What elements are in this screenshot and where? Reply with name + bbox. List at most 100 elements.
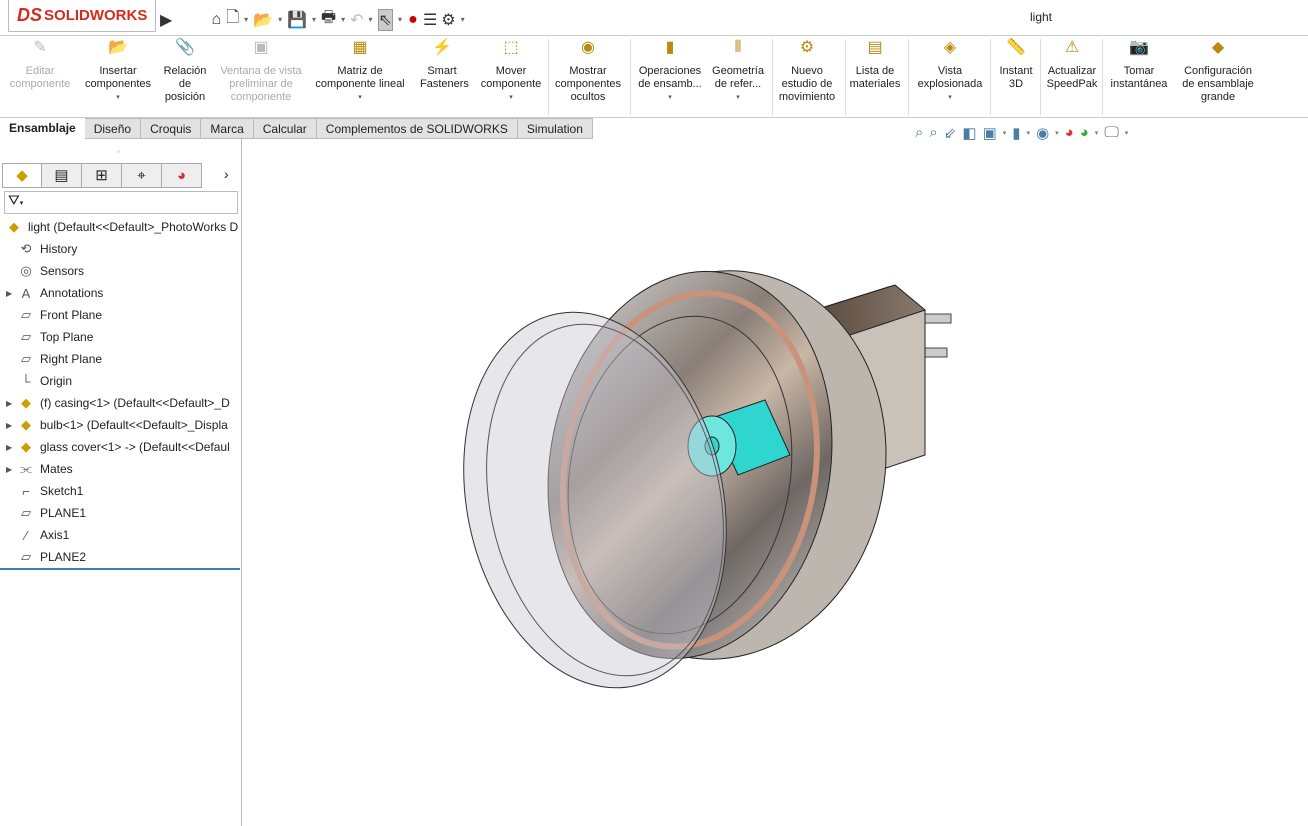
display-manager-tab[interactable]: ◕ xyxy=(162,163,202,188)
undo-icon[interactable]: ↶ xyxy=(350,10,363,30)
ribbon-button-13[interactable]: 📏 Instant 3D xyxy=(994,39,1038,91)
ribbon-label: Operaciones de ensamb... xyxy=(638,65,702,90)
command-manager: ✎ Editar componente 📂 Insertar componentes ▾… xyxy=(0,37,1308,118)
tree-item-label: bulb<1> (Default<<Default>_Displa xyxy=(40,418,228,432)
tab-3[interactable]: Marca xyxy=(201,118,254,139)
tree-item[interactable]: ▱ Front Plane xyxy=(0,304,240,326)
tab-6[interactable]: Simulation xyxy=(517,118,593,139)
feature-tree: ◆ light (Default<<Default>_PhotoWorks D ⟲ H… xyxy=(0,216,240,568)
part-icon: ◆ xyxy=(21,417,31,432)
tab-4[interactable]: Calcular xyxy=(253,118,317,139)
expand-arrow-icon[interactable]: ▶ xyxy=(6,399,16,408)
expand-arrow-icon[interactable]: ▶ xyxy=(6,421,16,430)
tab-5[interactable]: Complementos de SOLIDWORKS xyxy=(316,118,518,139)
tree-item[interactable]: ▱ Top Plane xyxy=(0,326,240,348)
tree-item[interactable]: ▶ ◆ bulb<1> (Default<<Default>_Displa xyxy=(0,414,240,436)
panel-grip[interactable]: ◦ xyxy=(117,147,120,156)
dropdown-arrow-icon[interactable]: ▾ xyxy=(308,91,412,104)
ribbon-button-6[interactable]: ⬚ Mover componente ▾ xyxy=(480,40,542,104)
ribbon-icon: 📂 xyxy=(108,39,128,56)
ribbon-label: Nuevo estudio de movimiento xyxy=(778,65,836,103)
tab-2[interactable]: Croquis xyxy=(141,118,202,139)
ribbon-icon: ✎ xyxy=(33,39,47,56)
ribbon-button-1[interactable]: 📂 Insertar componentes ▾ xyxy=(80,39,156,104)
dropdown-arrow-icon[interactable]: ▾ xyxy=(480,91,542,104)
configuration-manager-tab[interactable]: ⊞ xyxy=(82,163,122,188)
ribbon-label: Matriz de componente lineal xyxy=(315,65,405,90)
expand-arrow-icon[interactable]: ▶ xyxy=(6,289,16,298)
file-properties-icon[interactable]: ☰ xyxy=(423,10,437,30)
ribbon-button-16[interactable]: ◆ Configuración de ensamblaje grande xyxy=(1178,39,1258,104)
ribbon-icon: ◈ xyxy=(943,39,957,56)
tree-item[interactable]: ▱ PLANE2 xyxy=(0,546,240,568)
property-manager-tab[interactable]: ▤ xyxy=(42,163,82,188)
feature-manager-tab[interactable]: ◆ xyxy=(2,163,42,188)
ribbon-button-2[interactable]: 📎 Relación de posición xyxy=(160,40,210,104)
tree-item[interactable]: ◎ Sensors xyxy=(0,260,240,282)
part-icon: ◆ xyxy=(21,395,31,410)
tree-item-label: glass cover<1> -> (Default<<Defaul xyxy=(40,440,230,454)
tree-item[interactable]: ⁄ Axis1 xyxy=(0,524,240,546)
tree-item[interactable]: ▶ ◆ glass cover<1> -> (Default<<Defaul xyxy=(0,436,240,458)
ribbon-button-4[interactable]: ▦ Matriz de componente lineal ▾ xyxy=(308,40,412,104)
ribbon-button-11[interactable]: ▤ Lista de materiales xyxy=(848,40,902,91)
tree-item[interactable]: └ Origin xyxy=(0,370,240,392)
ribbon-button-5[interactable]: ⚡ Smart Fasteners xyxy=(420,40,469,91)
tree-item[interactable]: ◆ light (Default<<Default>_PhotoWorks D xyxy=(0,216,240,238)
ribbon-icon: ◆ xyxy=(1211,39,1225,56)
tree-item[interactable]: ▱ Right Plane xyxy=(0,348,240,370)
dropdown-arrow-icon[interactable]: ▾ xyxy=(634,91,706,104)
tree-item[interactable]: ▱ PLANE1 xyxy=(0,502,240,524)
tree-item[interactable]: ⌐ Sketch1 xyxy=(0,480,240,502)
tab-0[interactable]: Ensamblaje xyxy=(0,118,85,139)
tree-item-label: Sensors xyxy=(40,264,85,278)
tree-item-label: PLANE2 xyxy=(40,550,87,564)
ribbon-button-9[interactable]: ⫴ Geometría de refer... ▾ xyxy=(710,39,766,104)
tree-item[interactable]: ⟲ History xyxy=(0,238,240,260)
casing-pins xyxy=(924,313,952,358)
sketch-icon: ⌐ xyxy=(22,483,30,499)
ribbon-button-0[interactable]: ✎ Editar componente xyxy=(8,39,72,91)
new-icon[interactable]: 🗋 xyxy=(226,6,239,33)
ribbon-separator xyxy=(845,39,846,115)
ribbon-button-3[interactable]: ▣ Ventana de vista preliminar de componen… xyxy=(216,40,306,104)
ribbon-icon: ◉ xyxy=(581,39,595,56)
open-icon[interactable]: 📂 xyxy=(253,10,273,30)
tree-item[interactable]: ▶ ⫘ Mates xyxy=(0,458,240,480)
ribbon-icon: ▮ xyxy=(665,39,675,56)
dropdown-arrow-icon[interactable]: ▾ xyxy=(912,91,988,104)
ribbon-button-7[interactable]: ◉ Mostrar componentes ocultos xyxy=(552,39,624,104)
home-icon[interactable]: ⌂ xyxy=(210,11,222,29)
save-icon[interactable]: 💾 xyxy=(287,10,307,30)
ribbon-icon: 📏 xyxy=(1006,39,1026,56)
dimxpert-manager-tab[interactable]: ⌖ xyxy=(122,163,162,188)
solidworks-logo[interactable]: DS SOLIDWORKS xyxy=(8,0,156,32)
tree-item[interactable]: ▶ ◆ (f) casing<1> (Default<<Default>_D xyxy=(0,392,240,414)
tree-item-label: History xyxy=(40,242,78,256)
select-icon[interactable]: ⇖ xyxy=(377,8,393,31)
ribbon-button-12[interactable]: ◈ Vista explosionada ▾ xyxy=(912,39,988,104)
ribbon-label: Ventana de vista preliminar de component… xyxy=(220,65,302,103)
ribbon-button-14[interactable]: ⚠ Actualizar SpeedPak xyxy=(1044,40,1100,91)
graphics-viewport[interactable] xyxy=(243,139,1308,826)
tree-item[interactable]: ▶ A Annotations xyxy=(0,282,240,304)
ribbon-label: Instant 3D xyxy=(999,65,1033,90)
dropdown-arrow-icon[interactable]: ▾ xyxy=(710,91,766,104)
rollback-bar[interactable] xyxy=(0,568,240,570)
print-icon[interactable]: 🖶 xyxy=(321,6,336,33)
ribbon-button-15[interactable]: 📷 Tomar instantánea xyxy=(1108,40,1170,91)
ribbon-button-8[interactable]: ▮ Operaciones de ensamb... ▾ xyxy=(634,39,706,104)
more-tabs-chevron-icon[interactable]: › xyxy=(224,166,229,182)
rebuild-icon[interactable]: ● xyxy=(407,11,419,29)
expand-menu-icon[interactable]: ▶ xyxy=(160,10,172,30)
expand-arrow-icon[interactable]: ▶ xyxy=(6,443,16,452)
plane-icon: ▱ xyxy=(21,329,31,344)
tree-filter[interactable]: ⛛▾ xyxy=(4,191,238,214)
ribbon-label: Mostrar componentes ocultos xyxy=(554,65,622,103)
ribbon-button-10[interactable]: ⚙ Nuevo estudio de movimiento xyxy=(776,40,838,104)
ribbon-icon: ⫴ xyxy=(734,39,742,56)
tab-1[interactable]: Diseño xyxy=(84,118,142,139)
expand-arrow-icon[interactable]: ▶ xyxy=(6,465,16,474)
options-icon[interactable]: ⚙ xyxy=(441,10,455,30)
dropdown-arrow-icon[interactable]: ▾ xyxy=(80,91,156,104)
